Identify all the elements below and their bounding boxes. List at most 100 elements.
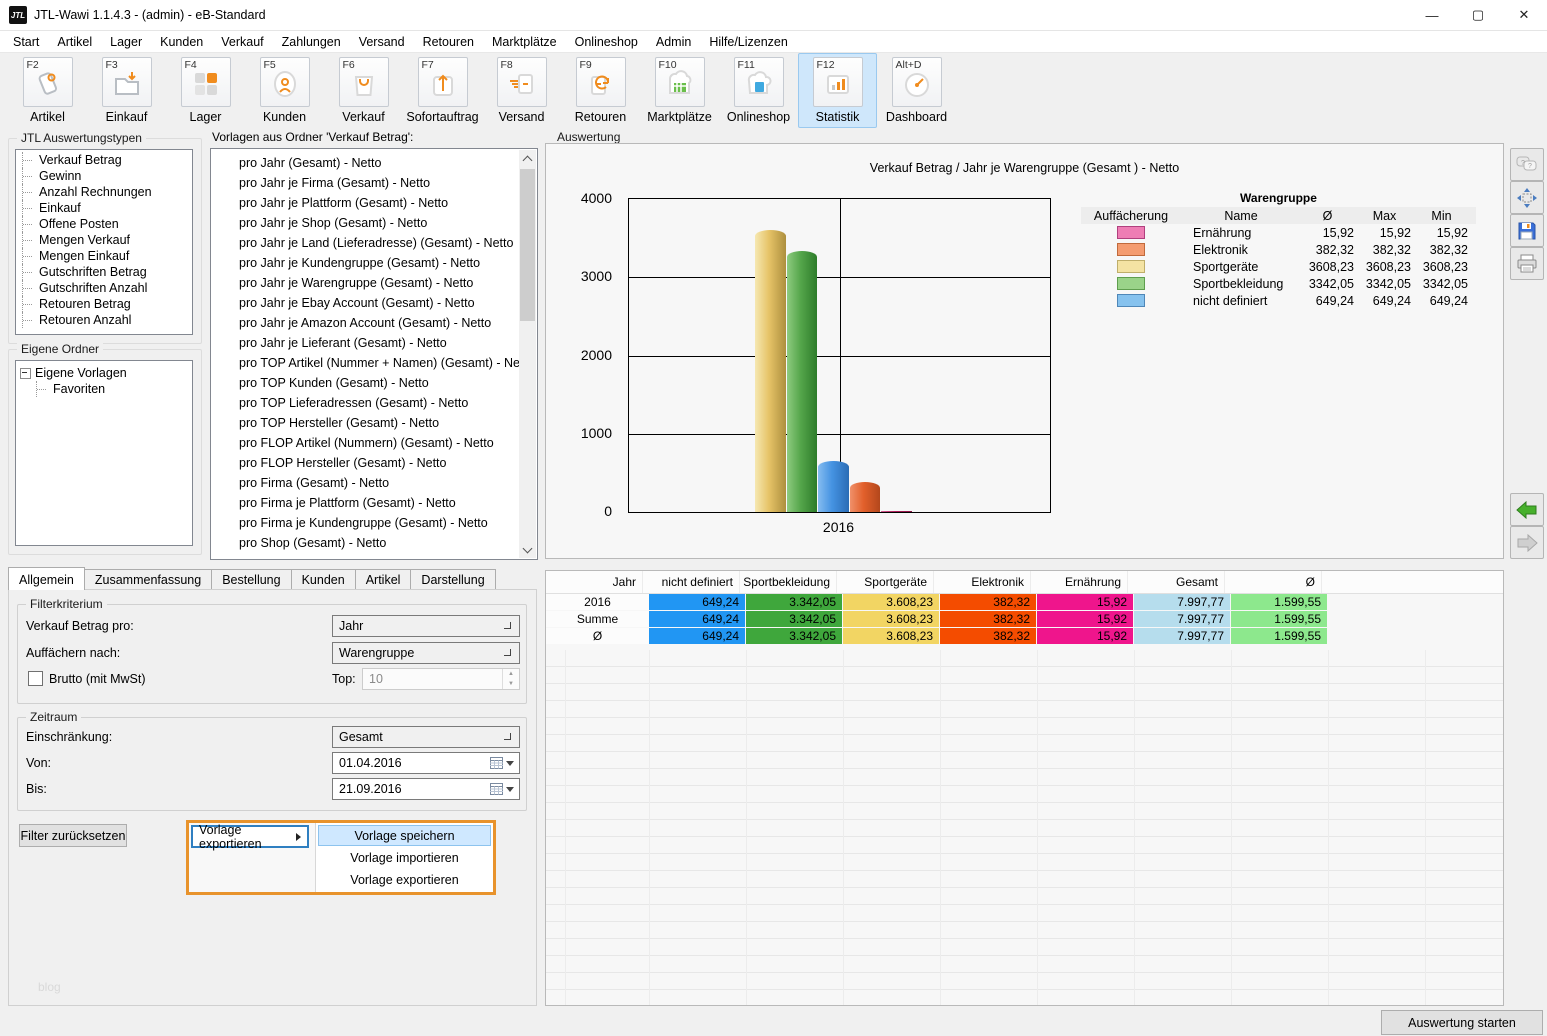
minimize-button[interactable]: — bbox=[1409, 0, 1455, 30]
tab-artikel[interactable]: Artikel bbox=[354, 569, 412, 590]
list-item[interactable]: pro Jahr je Plattform (Gesamt) - Netto bbox=[211, 193, 519, 213]
toolbar-button-onlineshop[interactable]: F11 Onlineshop bbox=[719, 53, 798, 128]
column-header[interactable]: Sportgeräte bbox=[837, 571, 934, 593]
toolbar-button-marktplaetze[interactable]: F10 Marktplätze bbox=[640, 53, 719, 128]
tree-item[interactable]: Anzahl Rechnungen bbox=[16, 184, 192, 200]
menu-item[interactable]: Artikel bbox=[48, 33, 101, 51]
menu-item[interactable]: Onlineshop bbox=[566, 33, 647, 51]
menu-item[interactable]: Lager bbox=[101, 33, 151, 51]
tab-allgemein[interactable]: Allgemein bbox=[8, 567, 85, 590]
scroll-up-icon[interactable] bbox=[519, 150, 536, 167]
list-item[interactable]: pro TOP Hersteller (Gesamt) - Netto bbox=[211, 413, 519, 433]
list-item[interactable]: pro FLOP Hersteller (Gesamt) - Netto bbox=[211, 453, 519, 473]
tree-item-favoriten[interactable]: Favoriten bbox=[16, 381, 192, 397]
list-item[interactable]: pro Shop (Gesamt) - Netto bbox=[211, 533, 519, 553]
menu-item[interactable]: Kunden bbox=[151, 33, 212, 51]
close-button[interactable]: ✕ bbox=[1501, 0, 1547, 30]
menu-item[interactable]: Retouren bbox=[414, 33, 483, 51]
table-row[interactable]: Ø 649,24 3.342,05 3.608,23 382,32 15,92 7.997,… bbox=[546, 628, 1503, 644]
tree-item[interactable]: Gutschriften Betrag bbox=[16, 264, 192, 280]
table-row[interactable]: 2016 649,24 3.342,05 3.608,23 382,32 15,92 7.9… bbox=[546, 594, 1503, 610]
column-header[interactable]: Elektronik bbox=[934, 571, 1031, 593]
column-header[interactable]: nicht definiert bbox=[643, 571, 740, 593]
list-item[interactable]: pro Firma je Plattform (Gesamt) - Netto bbox=[211, 493, 519, 513]
tree-item[interactable]: Retouren Betrag bbox=[16, 296, 192, 312]
column-header[interactable]: Jahr bbox=[546, 571, 643, 593]
menu-item[interactable]: Start bbox=[4, 33, 48, 51]
list-item[interactable]: pro Firma je Kundengruppe (Gesamt) - Net… bbox=[211, 513, 519, 533]
list-item[interactable]: pro Firma (Gesamt) - Netto bbox=[211, 473, 519, 493]
toolbar-button-retouren[interactable]: F9 Retouren bbox=[561, 53, 640, 128]
pan-button[interactable] bbox=[1510, 181, 1544, 214]
auswertung-starten-button[interactable]: Auswertung starten bbox=[1381, 1010, 1543, 1035]
list-item[interactable]: pro Jahr je Amazon Account (Gesamt) - Ne… bbox=[211, 313, 519, 333]
print-button[interactable] bbox=[1510, 247, 1544, 280]
menu-item-vorlage-importieren[interactable]: Vorlage importieren bbox=[318, 847, 491, 868]
filter-reset-button[interactable]: Filter zurücksetzen bbox=[19, 824, 127, 847]
tree-item[interactable]: Gewinn bbox=[16, 168, 192, 184]
spin-up-icon[interactable]: ▲ bbox=[503, 669, 519, 679]
table-row[interactable]: Summe 649,24 3.342,05 3.608,23 382,32 15,92 7.… bbox=[546, 611, 1503, 627]
nav-back-button[interactable] bbox=[1510, 493, 1544, 526]
vorlage-exportieren-dropdown-button[interactable]: Vorlage exportieren bbox=[191, 823, 309, 851]
tab-darstellung[interactable]: Darstellung bbox=[410, 569, 496, 590]
toolbar-button-statistik[interactable]: F12 Statistik bbox=[798, 53, 877, 128]
collapse-icon[interactable] bbox=[20, 367, 31, 379]
menu-item[interactable]: Marktplätze bbox=[483, 33, 566, 51]
tree-item[interactable]: Mengen Verkauf bbox=[16, 232, 192, 248]
list-item[interactable]: pro TOP Kunden (Gesamt) - Netto bbox=[211, 373, 519, 393]
column-header[interactable]: Ø bbox=[1225, 571, 1322, 593]
menu-item[interactable]: Verkauf bbox=[212, 33, 272, 51]
scroll-down-icon[interactable] bbox=[519, 541, 536, 558]
menu-item-vorlage-speichern[interactable]: Vorlage speichern bbox=[318, 825, 491, 846]
verkauf-betrag-pro-combobox[interactable]: Jahr bbox=[332, 615, 520, 637]
scrollbar[interactable] bbox=[519, 150, 536, 558]
spin-down-icon[interactable]: ▼ bbox=[503, 679, 519, 689]
menu-item-vorlage-exportieren[interactable]: Vorlage exportieren bbox=[318, 869, 491, 890]
list-item[interactable]: pro Jahr je Land (Lieferadresse) (Gesamt… bbox=[211, 233, 519, 253]
tree-item[interactable]: Verkauf Betrag bbox=[16, 152, 192, 168]
save-button[interactable] bbox=[1510, 214, 1544, 247]
toolbar-button-verkauf[interactable]: F6 Verkauf bbox=[324, 53, 403, 128]
list-item[interactable]: pro Jahr (Gesamt) - Netto bbox=[211, 153, 519, 173]
menu-item[interactable]: Versand bbox=[350, 33, 414, 51]
tree-item-eigene-vorlagen[interactable]: Eigene Vorlagen bbox=[16, 365, 192, 381]
list-item[interactable]: pro Jahr je Shop (Gesamt) - Netto bbox=[211, 213, 519, 233]
tree-item[interactable]: Einkauf bbox=[16, 200, 192, 216]
menu-item[interactable]: Admin bbox=[647, 33, 700, 51]
tree-item[interactable]: Mengen Einkauf bbox=[16, 248, 192, 264]
tree-item[interactable]: Gutschriften Anzahl bbox=[16, 280, 192, 296]
tab-zusammenfassung[interactable]: Zusammenfassung bbox=[83, 569, 213, 590]
auffaechern-nach-combobox[interactable]: Warengruppe bbox=[332, 642, 520, 664]
tree-item[interactable]: Retouren Anzahl bbox=[16, 312, 192, 328]
list-item[interactable]: pro Jahr je Kundengruppe (Gesamt) - Nett… bbox=[211, 253, 519, 273]
list-item[interactable]: pro Jahr je Lieferant (Gesamt) - Netto bbox=[211, 333, 519, 353]
toolbar-button-kunden[interactable]: F5 Kunden bbox=[245, 53, 324, 128]
checkbox-icon[interactable] bbox=[28, 671, 43, 686]
menu-item[interactable]: Zahlungen bbox=[273, 33, 350, 51]
maximize-button[interactable]: ▢ bbox=[1455, 0, 1501, 30]
einschraenkung-combobox[interactable]: Gesamt bbox=[332, 726, 520, 748]
list-item[interactable]: pro TOP Artikel (Nummer + Namen) (Gesamt… bbox=[211, 353, 519, 373]
list-item[interactable]: pro Jahr je Ebay Account (Gesamt) - Nett… bbox=[211, 293, 519, 313]
list-item[interactable]: pro TOP Lieferadressen (Gesamt) - Netto bbox=[211, 393, 519, 413]
toolbar-button-einkauf[interactable]: F3 Einkauf bbox=[87, 53, 166, 128]
column-header[interactable]: Ernährung bbox=[1031, 571, 1128, 593]
toolbar-button-sofortauftrag[interactable]: F7 Sofortauftrag bbox=[403, 53, 482, 128]
toolbar-button-artikel[interactable]: F2 Artikel bbox=[8, 53, 87, 128]
menu-item[interactable]: Hilfe/Lizenzen bbox=[700, 33, 797, 51]
tab-bestellung[interactable]: Bestellung bbox=[211, 569, 292, 590]
bis-datepicker[interactable]: 21.09.2016 bbox=[332, 778, 520, 800]
list-item[interactable]: pro Jahr je Firma (Gesamt) - Netto bbox=[211, 173, 519, 193]
column-header[interactable]: Sportbekleidung bbox=[740, 571, 837, 593]
brutto-checkbox-row[interactable]: Brutto (mit MwSt) bbox=[28, 671, 146, 686]
tab-kunden[interactable]: Kunden bbox=[290, 569, 356, 590]
toolbar-button-lager[interactable]: F4 Lager bbox=[166, 53, 245, 128]
list-item[interactable]: pro FLOP Artikel (Nummern) (Gesamt) - Ne… bbox=[211, 433, 519, 453]
toolbar-button-dashboard[interactable]: Alt+D Dashboard bbox=[877, 53, 956, 128]
toolbar-button-versand[interactable]: F8 Versand bbox=[482, 53, 561, 128]
nav-forward-button[interactable] bbox=[1510, 526, 1544, 559]
scrollbar-thumb[interactable] bbox=[520, 169, 535, 321]
von-datepicker[interactable]: 01.04.2016 bbox=[332, 752, 520, 774]
column-header[interactable]: Gesamt bbox=[1128, 571, 1225, 593]
